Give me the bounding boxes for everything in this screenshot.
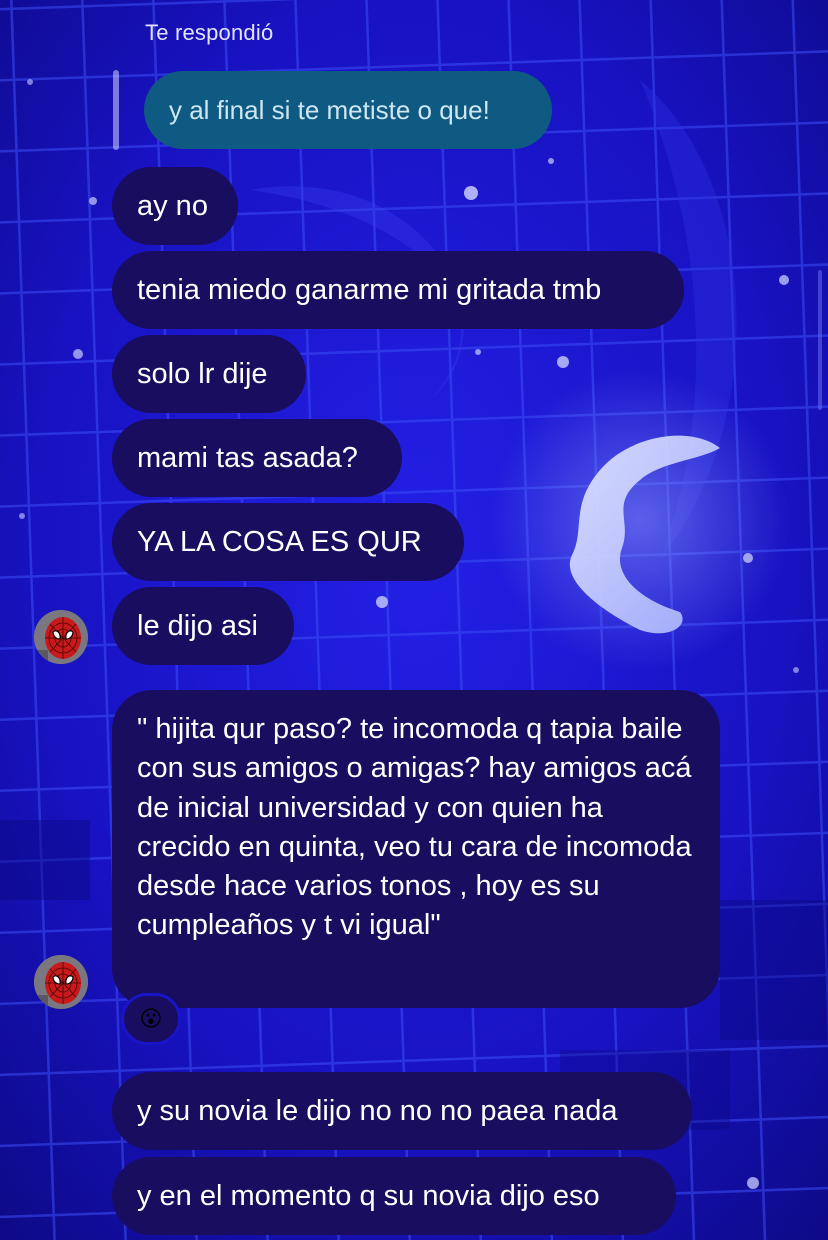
spiderman-avatar-icon xyxy=(34,955,88,1009)
sender-avatar[interactable] xyxy=(34,610,88,664)
reply-indicator-bar xyxy=(113,70,119,150)
message-bubble[interactable]: le dijo asi xyxy=(112,587,294,665)
message-bubble[interactable]: solo lr dije xyxy=(112,335,306,413)
message-bubble[interactable]: y su novia le dijo no no no paea nada xyxy=(112,1072,692,1150)
message-bubble[interactable]: mami tas asada? xyxy=(112,419,402,497)
message-bubble[interactable]: tenia miedo ganarme mi gritada tmb xyxy=(112,251,684,329)
spiderman-avatar-icon xyxy=(34,610,88,664)
message-bubble[interactable]: ay no xyxy=(112,167,238,245)
reaction-badge[interactable]: 😮 xyxy=(121,993,181,1045)
quoted-message-bubble[interactable]: y al final si te metiste o que! xyxy=(144,71,552,149)
reply-header: Te respondió xyxy=(145,20,274,45)
message-bubble[interactable]: " hijita qur paso? te incomoda q tapia b… xyxy=(112,690,720,1008)
message-bubble[interactable]: YA LA COSA ES QUR xyxy=(112,503,464,581)
message-bubble[interactable]: y en el momento q su novia dijo eso xyxy=(112,1157,676,1235)
surprised-face-emoji-icon: 😮 xyxy=(139,1006,163,1031)
chat-screen: Te respondió y al final si te metiste o … xyxy=(0,0,828,1240)
sender-avatar[interactable] xyxy=(34,955,88,1009)
